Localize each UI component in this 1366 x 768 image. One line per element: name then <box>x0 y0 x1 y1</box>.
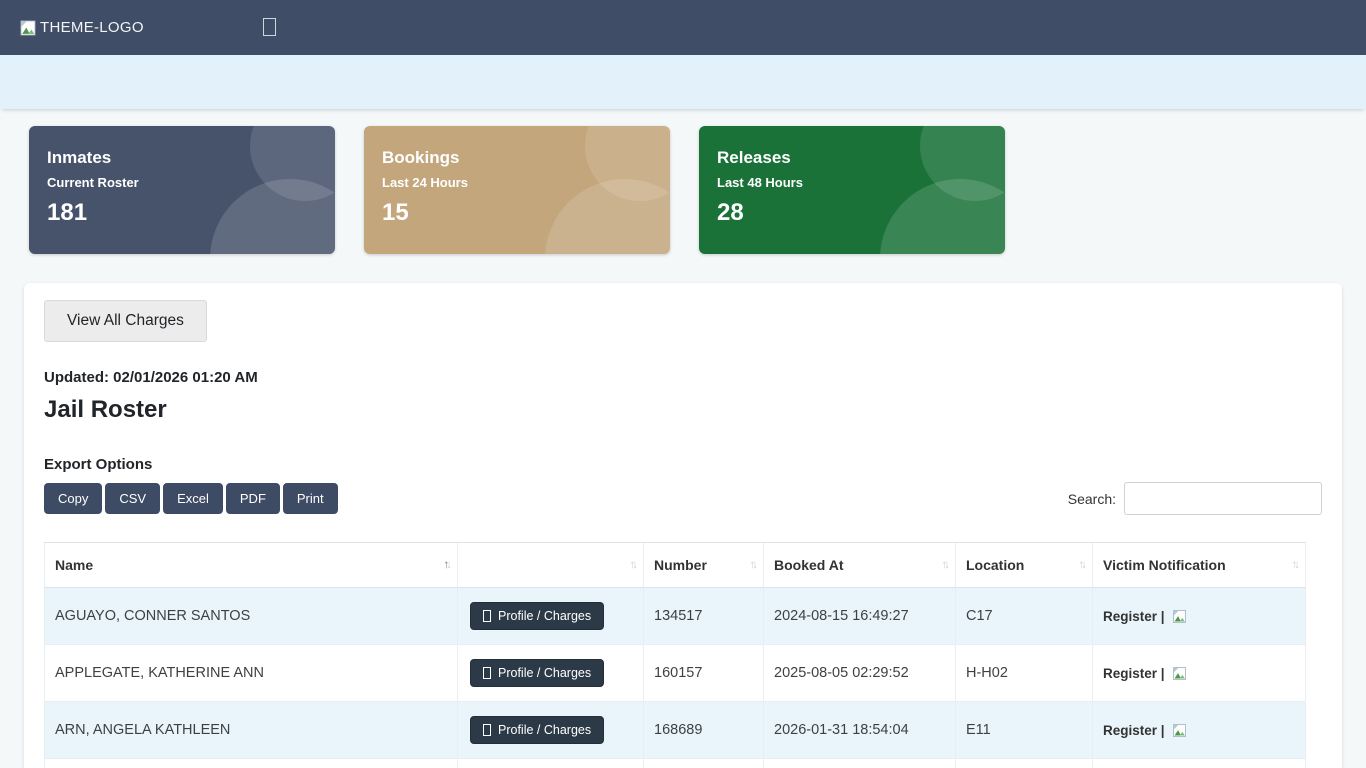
column-header-booked-at[interactable]: Booked At ↑↓ <box>764 543 956 588</box>
broken-image-icon[interactable] <box>1171 722 1188 739</box>
location: E11 <box>956 702 1093 759</box>
column-header-victim-notification[interactable]: Victim Notification ↑↓ <box>1093 543 1306 588</box>
sort-icon: ↑↓ <box>750 559 756 571</box>
column-header-number[interactable]: Number ↑↓ <box>644 543 764 588</box>
sidebar-toggle-icon[interactable] <box>263 18 276 36</box>
inmate-number <box>644 759 764 768</box>
card-value: 181 <box>47 199 317 227</box>
location: H-H02 <box>956 645 1093 702</box>
sort-icon: ↑↓ <box>1079 559 1085 571</box>
subheader-band <box>0 55 1366 109</box>
brand-logo[interactable]: THEME-LOGO <box>18 18 144 38</box>
broken-image-icon[interactable] <box>1171 608 1188 625</box>
register-link[interactable]: Register | <box>1103 722 1188 739</box>
sort-icon: ↑↓ <box>630 559 636 571</box>
booked-at <box>764 759 956 768</box>
roster-content-card: View All Charges Updated: 02/01/2026 01:… <box>24 283 1342 768</box>
inmate-number: 160157 <box>644 645 764 702</box>
inmate-name <box>45 759 458 768</box>
print-button[interactable]: Print <box>283 483 338 514</box>
booked-at: 2024-08-15 16:49:27 <box>764 588 956 645</box>
releases-card: Releases Last 48 Hours 28 <box>699 126 1005 254</box>
card-title: Bookings <box>382 148 652 168</box>
broken-image-icon[interactable] <box>1171 665 1188 682</box>
search-area: Search: <box>1068 482 1322 515</box>
column-header-actions[interactable]: ↑↓ <box>458 543 644 588</box>
missing-glyph-icon <box>483 667 491 679</box>
broken-image-icon <box>18 18 38 38</box>
updated-timestamp: Updated: 02/01/2026 01:20 AM <box>44 369 1322 386</box>
toolbar-row: Copy CSV Excel PDF Print Search: <box>44 482 1322 515</box>
card-value: 15 <box>382 199 652 227</box>
brand-logo-label: THEME-LOGO <box>40 19 144 36</box>
register-link[interactable]: Register | <box>1103 608 1188 625</box>
bookings-card: Bookings Last 24 Hours 15 <box>364 126 670 254</box>
sort-icon: ↑↓ <box>1292 559 1298 571</box>
page-title: Jail Roster <box>44 396 1322 424</box>
card-value: 28 <box>717 199 987 227</box>
export-options-label: Export Options <box>44 456 1322 473</box>
table-row: Profile / Charges <box>45 759 1306 768</box>
csv-button[interactable]: CSV <box>105 483 160 514</box>
missing-glyph-icon <box>483 610 491 622</box>
search-input[interactable] <box>1124 482 1322 515</box>
location <box>956 759 1093 768</box>
pdf-button[interactable]: PDF <box>226 483 280 514</box>
inmate-name: AGUAYO, CONNER SANTOS <box>45 588 458 645</box>
search-label: Search: <box>1068 491 1116 507</box>
card-subtitle: Current Roster <box>47 175 317 190</box>
column-header-location[interactable]: Location ↑↓ <box>956 543 1093 588</box>
inmate-name: ARN, ANGELA KATHLEEN <box>45 702 458 759</box>
missing-glyph-icon <box>483 724 491 736</box>
inmate-number: 168689 <box>644 702 764 759</box>
card-subtitle: Last 48 Hours <box>717 175 987 190</box>
view-all-charges-button[interactable]: View All Charges <box>44 300 207 342</box>
profile-charges-button[interactable]: Profile / Charges <box>470 602 604 630</box>
booked-at: 2026-01-31 18:54:04 <box>764 702 956 759</box>
inmates-card: Inmates Current Roster 181 <box>29 126 335 254</box>
card-subtitle: Last 24 Hours <box>382 175 652 190</box>
card-title: Inmates <box>47 148 317 168</box>
table-row: AGUAYO, CONNER SANTOS Profile / Charges … <box>45 588 1306 645</box>
card-title: Releases <box>717 148 987 168</box>
booked-at: 2025-08-05 02:29:52 <box>764 645 956 702</box>
table-row: ARN, ANGELA KATHLEEN Profile / Charges 1… <box>45 702 1306 759</box>
table-header-row: Name ↑↓ ↑↓ Number ↑↓ Booked At ↑↓ Locati… <box>45 543 1306 588</box>
inmate-name: APPLEGATE, KATHERINE ANN <box>45 645 458 702</box>
sort-icon: ↑↓ <box>942 559 948 571</box>
top-navbar: THEME-LOGO <box>0 0 1366 55</box>
profile-charges-button[interactable]: Profile / Charges <box>470 716 604 744</box>
copy-button[interactable]: Copy <box>44 483 102 514</box>
excel-button[interactable]: Excel <box>163 483 223 514</box>
register-link[interactable]: Register | <box>1103 665 1188 682</box>
table-row: APPLEGATE, KATHERINE ANN Profile / Charg… <box>45 645 1306 702</box>
jail-roster-table: Name ↑↓ ↑↓ Number ↑↓ Booked At ↑↓ Locati… <box>44 542 1306 768</box>
stat-cards-row: Inmates Current Roster 181 Bookings Last… <box>0 109 1366 254</box>
export-buttons-group: Copy CSV Excel PDF Print <box>44 483 338 514</box>
profile-charges-button[interactable]: Profile / Charges <box>470 659 604 687</box>
sort-icon: ↑↓ <box>444 559 450 571</box>
inmate-number: 134517 <box>644 588 764 645</box>
location: C17 <box>956 588 1093 645</box>
column-header-name[interactable]: Name ↑↓ <box>45 543 458 588</box>
